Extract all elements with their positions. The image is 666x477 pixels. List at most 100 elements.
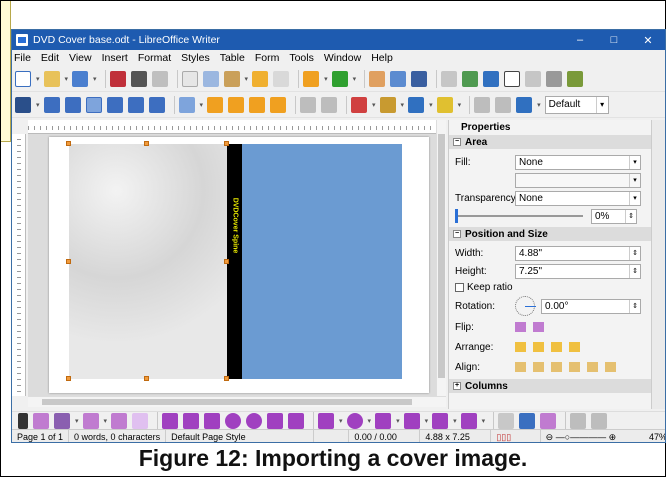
columns-section-header[interactable]: + Columns <box>449 379 665 393</box>
menu-help[interactable]: Help <box>371 52 393 64</box>
fontwork-icon[interactable] <box>519 412 536 429</box>
basic-shapes-icon[interactable] <box>318 412 335 429</box>
language-indicator[interactable] <box>314 429 350 442</box>
front-cover-panel[interactable] <box>242 144 402 379</box>
menu-view[interactable]: View <box>69 52 92 64</box>
backward-one-icon[interactable] <box>551 342 562 352</box>
page-count[interactable]: Page 1 of 1 <box>12 429 70 442</box>
document-canvas[interactable]: DVDCover Spine <box>28 134 436 396</box>
flip-vertical-icon[interactable] <box>515 322 526 332</box>
selection-handle[interactable] <box>224 376 229 381</box>
slider-thumb[interactable] <box>455 209 458 223</box>
curve-icon[interactable] <box>82 412 99 429</box>
transparency-percent-field[interactable]: 0% ⇕ <box>591 208 637 224</box>
wrap-left-icon[interactable] <box>106 96 123 113</box>
right-triangle-icon[interactable] <box>288 412 305 429</box>
flowchart-icon[interactable] <box>460 412 477 429</box>
cut-icon[interactable] <box>181 70 198 87</box>
menu-form[interactable]: Form <box>255 52 280 64</box>
hyperlink-icon[interactable] <box>567 70 584 87</box>
spinner-icon[interactable]: ⇕ <box>629 299 640 313</box>
symbol-shapes-icon[interactable] <box>346 412 363 429</box>
selection-handle[interactable] <box>224 141 229 146</box>
optimal-wrap-icon[interactable] <box>85 96 102 113</box>
selection-handle[interactable] <box>144 376 149 381</box>
borders-icon[interactable] <box>351 96 368 113</box>
cover-image[interactable] <box>69 144 227 379</box>
send-to-back-icon[interactable] <box>270 96 287 113</box>
selection-handle[interactable] <box>144 141 149 146</box>
insert-textbox-icon[interactable] <box>504 70 521 87</box>
find-replace-icon[interactable] <box>369 70 386 87</box>
keep-ratio-checkbox[interactable] <box>455 283 464 292</box>
align-right-icon[interactable] <box>551 362 562 372</box>
rectangle-icon[interactable] <box>162 412 179 429</box>
save-icon[interactable] <box>72 70 89 87</box>
align-bottom-icon[interactable] <box>605 362 616 372</box>
flip-horizontal-icon[interactable] <box>533 322 544 332</box>
height-field[interactable]: 7.25" ⇕ <box>515 263 641 279</box>
to-foreground-icon[interactable] <box>300 96 317 113</box>
align-left-icon[interactable] <box>515 362 526 372</box>
insert-table-icon[interactable] <box>441 70 458 87</box>
align-top-icon[interactable] <box>569 362 580 372</box>
menu-file[interactable]: File <box>14 52 31 64</box>
word-count[interactable]: 0 words, 0 characters <box>69 429 167 442</box>
line-icon[interactable] <box>33 412 49 429</box>
spelling-icon[interactable] <box>390 70 407 87</box>
paste-icon[interactable] <box>223 70 240 87</box>
text-box-icon[interactable] <box>498 412 515 429</box>
square-icon[interactable] <box>204 412 221 429</box>
toggle-point-edit-icon[interactable] <box>570 412 587 429</box>
freeform-icon[interactable] <box>132 412 149 429</box>
border-style-icon[interactable] <box>408 96 425 113</box>
rotation-field[interactable]: 0.00° ⇕ <box>541 298 641 314</box>
ellipse-icon[interactable] <box>225 412 242 429</box>
minimize-button[interactable]: – <box>563 34 597 47</box>
maximize-button[interactable]: □ <box>597 34 631 47</box>
menu-tools[interactable]: Tools <box>289 52 314 64</box>
transparency-slider[interactable] <box>455 209 583 223</box>
selection-handle[interactable] <box>66 141 71 146</box>
clone-formatting-icon[interactable] <box>252 70 269 87</box>
open-folder-icon[interactable] <box>43 70 60 87</box>
transparency-select[interactable]: None ▾ <box>515 190 641 206</box>
to-background-icon[interactable] <box>321 96 338 113</box>
select-arrow-icon[interactable] <box>18 412 28 429</box>
menu-edit[interactable]: Edit <box>41 52 59 64</box>
background-color-icon[interactable] <box>436 96 453 113</box>
anchor-icon[interactable] <box>15 96 31 113</box>
block-arrows-icon[interactable] <box>375 412 392 429</box>
close-button[interactable]: ✕ <box>631 34 665 47</box>
insert-chart-icon[interactable] <box>483 70 500 87</box>
callouts-icon[interactable] <box>432 412 449 429</box>
menu-format[interactable]: Format <box>138 52 171 64</box>
vertical-scrollbar[interactable] <box>436 120 446 396</box>
wrap-through-icon[interactable] <box>148 96 165 113</box>
bring-to-front-icon[interactable] <box>515 342 526 352</box>
redo-icon[interactable] <box>331 70 348 87</box>
print-preview-icon[interactable] <box>151 70 168 87</box>
insert-image-icon[interactable] <box>462 70 479 87</box>
selection-handle[interactable] <box>66 376 71 381</box>
wrap-right-icon[interactable] <box>127 96 144 113</box>
line-color-icon[interactable] <box>379 96 396 113</box>
width-field[interactable]: 4.88" ⇕ <box>515 245 641 261</box>
triangle-icon[interactable] <box>267 412 284 429</box>
align-objects-icon[interactable] <box>178 96 195 113</box>
glue-points-icon[interactable] <box>591 412 608 429</box>
collapse-icon[interactable]: − <box>453 230 461 238</box>
frame-properties-icon[interactable] <box>516 96 533 113</box>
formatting-marks-icon[interactable] <box>411 70 428 87</box>
fontwork-style-icon[interactable] <box>540 412 557 429</box>
align-middle-icon[interactable] <box>587 362 598 372</box>
undo-icon[interactable] <box>303 70 320 87</box>
wrap-off-icon[interactable] <box>43 96 60 113</box>
spinner-icon[interactable]: ⇕ <box>629 246 640 260</box>
bring-to-front-icon[interactable] <box>207 96 224 113</box>
insert-field-icon[interactable] <box>525 70 542 87</box>
ungroup-icon[interactable] <box>495 96 512 113</box>
fill-select[interactable]: None ▾ <box>515 154 641 170</box>
fill-style-select[interactable]: ▾ <box>515 172 641 188</box>
scroll-thumb[interactable] <box>42 399 412 405</box>
